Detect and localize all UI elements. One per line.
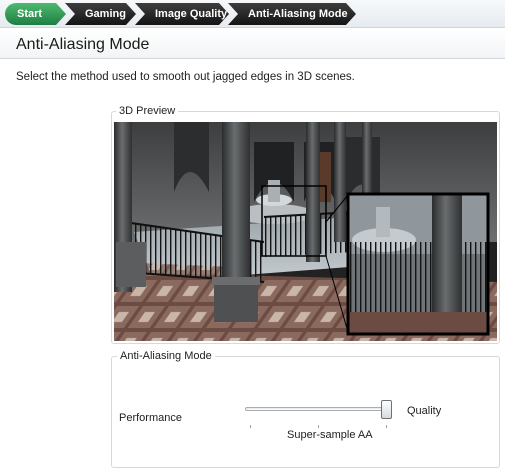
breadcrumb-image-quality-label: Image Quality: [155, 8, 228, 20]
aa-mode-slider-thumb[interactable]: [381, 400, 392, 419]
breadcrumb-gaming-label: Gaming: [85, 8, 126, 20]
aa-mode-group-label: Anti-Aliasing Mode: [117, 350, 215, 362]
slider-tick: [250, 425, 251, 428]
courtyard-scene: [114, 122, 497, 341]
title-divider: [0, 58, 505, 59]
breadcrumb-gaming[interactable]: Gaming: [65, 3, 136, 25]
breadcrumb-anti-aliasing-mode[interactable]: Anti-Aliasing Mode: [228, 3, 356, 25]
preview-group-label: 3D Preview: [116, 105, 179, 117]
breadcrumb-list: Start Gaming Image Quality Anti-Aliasing…: [5, 3, 355, 25]
performance-label: Performance: [119, 412, 182, 424]
breadcrumb-image-quality[interactable]: Image Quality: [135, 3, 229, 25]
page-title: Anti-Aliasing Mode: [16, 36, 150, 53]
aa-mode-slider[interactable]: [245, 407, 392, 411]
aa-mode-value: Super-sample AA: [287, 429, 373, 441]
quality-label: Quality: [407, 405, 442, 417]
anti-aliasing-page: Start Gaming Image Quality Anti-Aliasing…: [0, 0, 505, 472]
breadcrumb-anti-aliasing-mode-label: Anti-Aliasing Mode: [248, 8, 348, 20]
preview-image: [114, 122, 497, 341]
slider-tick: [386, 425, 387, 428]
breadcrumb: Start Gaming Image Quality Anti-Aliasing…: [0, 0, 505, 28]
zoom-inset: [346, 192, 490, 336]
breadcrumb-start-label: Start: [17, 8, 43, 20]
page-description: Select the method used to smooth out jag…: [16, 71, 355, 83]
slider-tick: [318, 425, 319, 428]
breadcrumb-start[interactable]: Start: [5, 3, 66, 25]
